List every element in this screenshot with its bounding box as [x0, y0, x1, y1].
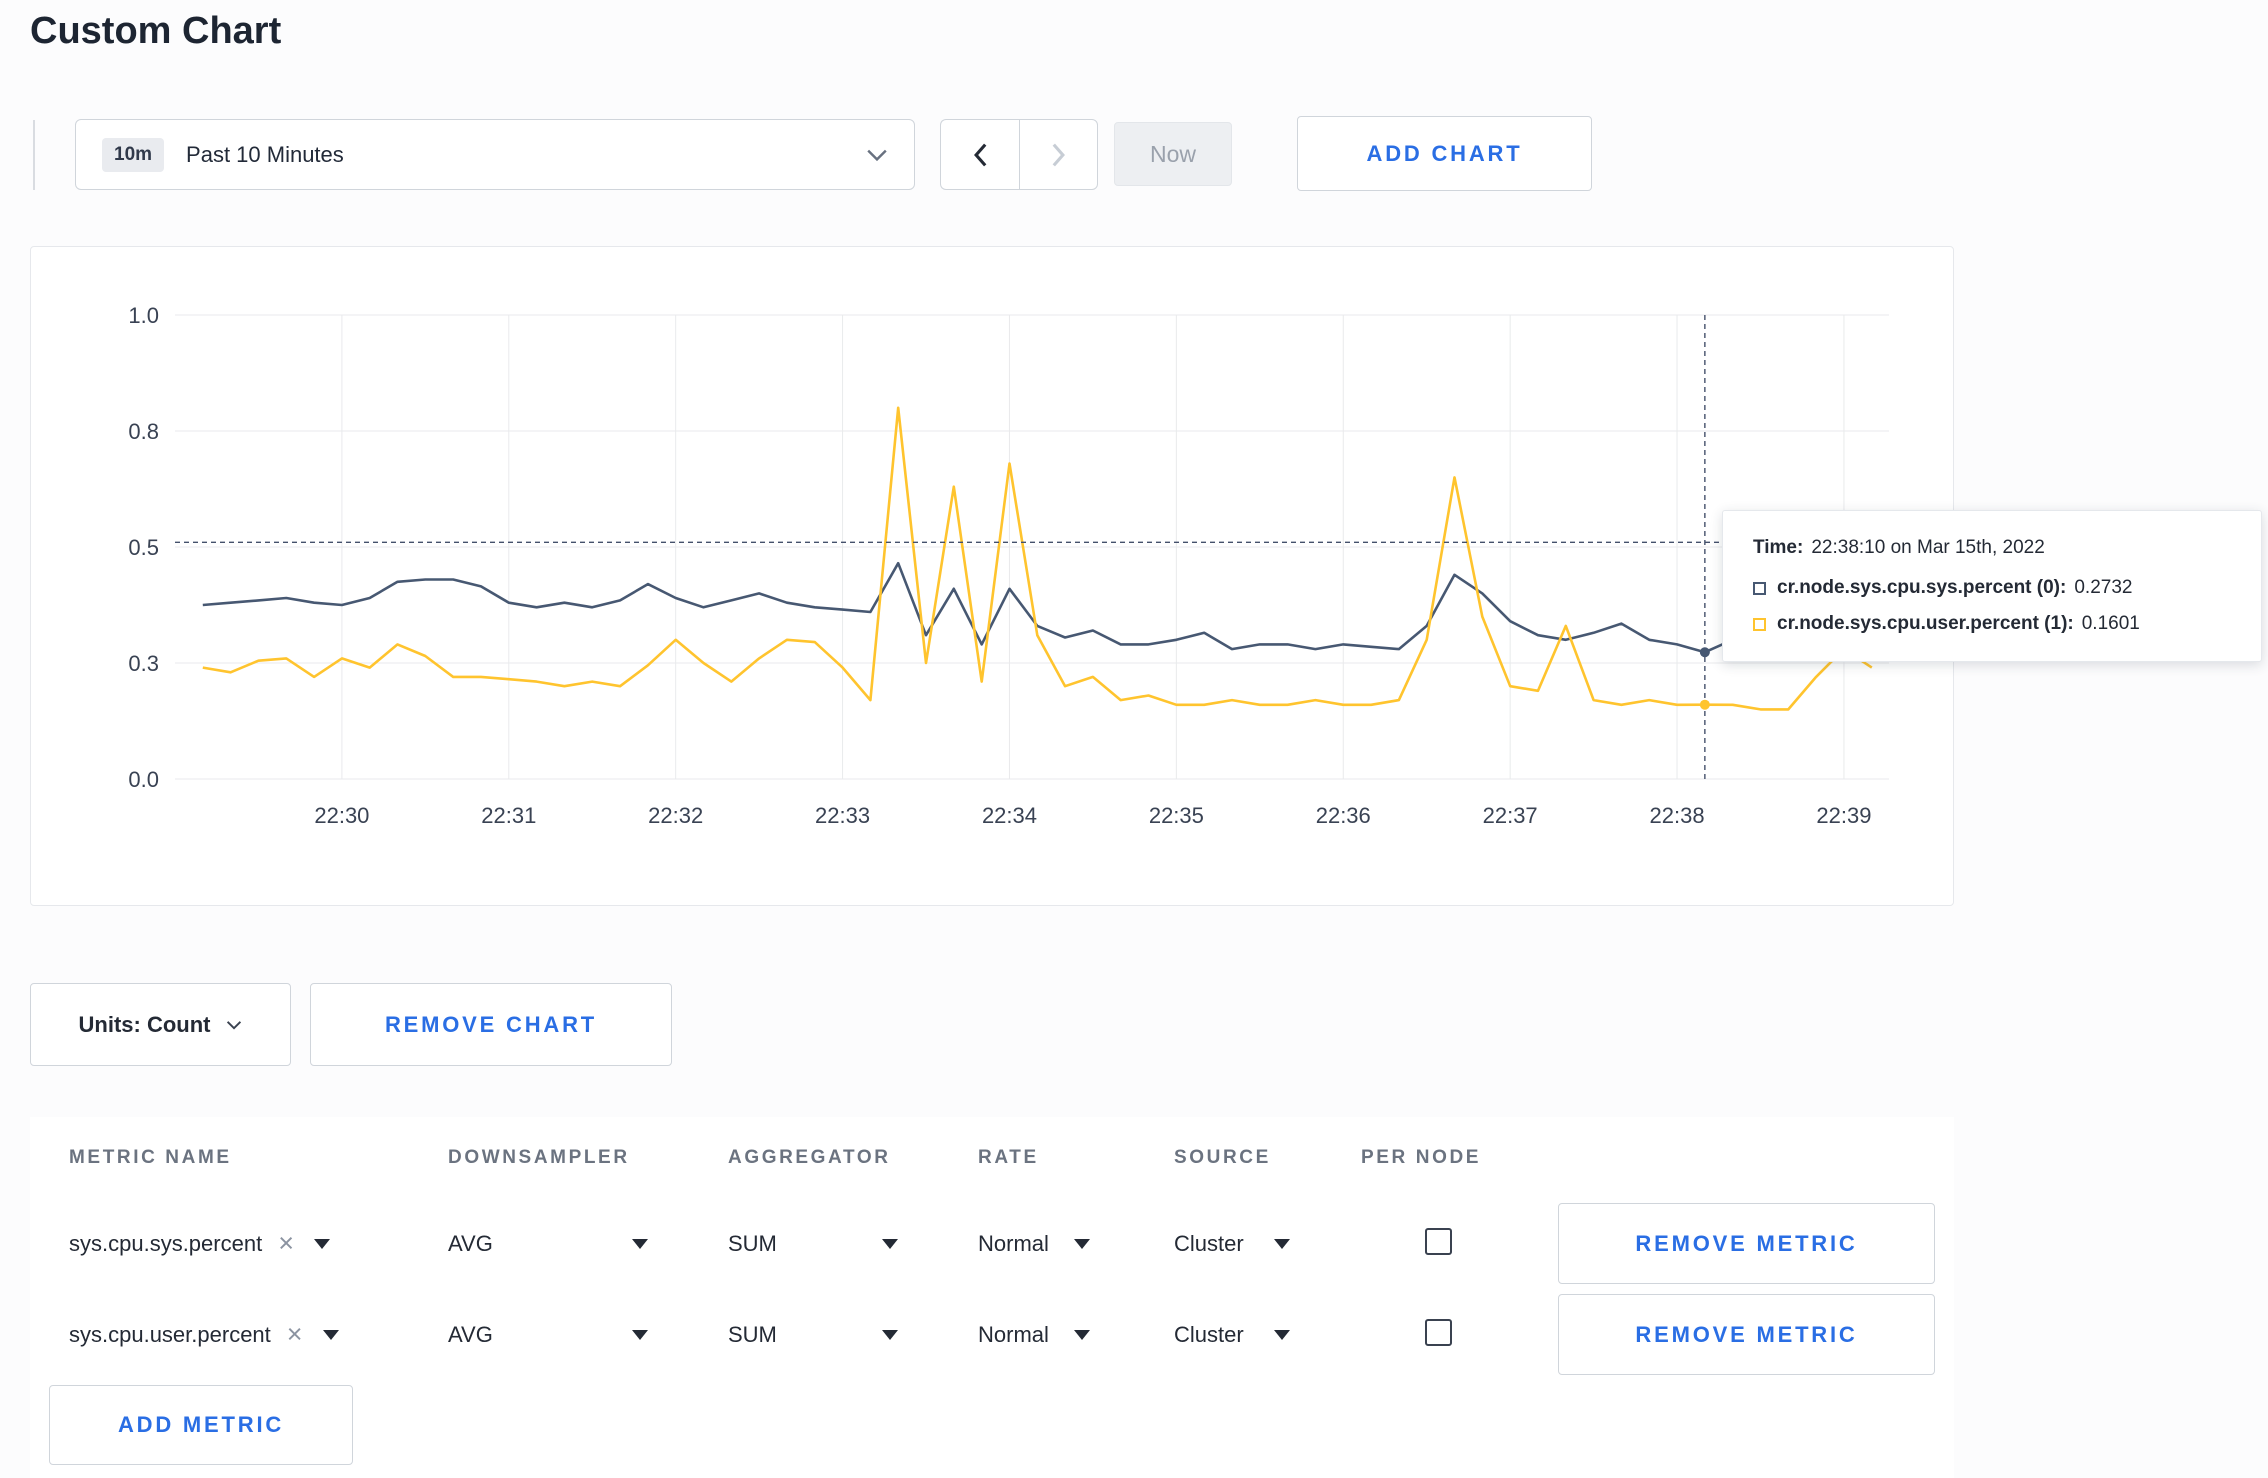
- chart-card: 0.0 0.3 0.5 0.8 1.0 22:30 22:31 22:32 22:33 22:34…: [30, 246, 2262, 907]
- chevron-left-icon: [974, 143, 987, 166]
- time-range-label: Past 10 Minutes: [186, 141, 344, 167]
- units-dropdown[interactable]: Units: Count: [30, 983, 291, 1066]
- tooltip-time-label: Time:: [1753, 537, 1804, 558]
- downsampler-value: AVG: [448, 1321, 493, 1347]
- caret-down-icon: [632, 1329, 648, 1340]
- caret-down-icon: [1074, 1329, 1090, 1340]
- chevron-right-icon: [1052, 143, 1065, 166]
- rate-value: Normal: [978, 1230, 1049, 1256]
- section-divider: [33, 120, 35, 190]
- line-chart[interactable]: 0.0 0.3 0.5 0.8 1.0 22:30 22:31 22:32 22:33 22:34…: [31, 247, 1955, 907]
- metric-name-value: sys.cpu.user.percent: [69, 1321, 271, 1347]
- caret-down-icon: [882, 1329, 898, 1340]
- caret-down-icon: [322, 1329, 339, 1340]
- caret-down-icon: [1274, 1238, 1290, 1249]
- column-header-downsampler: DOWNSAMPLER: [448, 1147, 630, 1168]
- add-metric-button[interactable]: ADD METRIC: [49, 1385, 353, 1465]
- source-value: Cluster: [1174, 1230, 1244, 1256]
- tooltip-series-row: cr.node.sys.cpu.user.percent (1): 0.1601: [1753, 613, 2231, 635]
- column-header-source: SOURCE: [1174, 1147, 1271, 1168]
- series-line: [202, 406, 1873, 711]
- y-axis-label: 0.0: [128, 767, 159, 792]
- y-axis-label: 1.0: [128, 303, 159, 328]
- sys-series-swatch-icon: [1753, 581, 1766, 595]
- metric-name-value: sys.cpu.sys.percent: [69, 1230, 263, 1256]
- chevron-down-icon: [867, 149, 887, 161]
- tooltip-series-value: 0.1601: [2081, 613, 2140, 634]
- downsampler-select[interactable]: AVG: [448, 1203, 648, 1284]
- tooltip-series-row: cr.node.sys.cpu.sys.percent (0): 0.2732: [1753, 577, 2231, 599]
- x-axis-label: 22:31: [481, 803, 536, 828]
- add-chart-button[interactable]: ADD CHART: [1297, 116, 1592, 191]
- time-pager: [940, 119, 1098, 190]
- aggregator-value: SUM: [728, 1230, 777, 1256]
- rate-value: Normal: [978, 1321, 1049, 1347]
- column-header-rate: RATE: [978, 1147, 1039, 1168]
- remove-metric-button[interactable]: REMOVE METRIC: [1558, 1203, 1935, 1284]
- tooltip-series-value: 0.2732: [2074, 577, 2133, 598]
- rate-select[interactable]: Normal: [978, 1203, 1090, 1284]
- series-line: [202, 561, 1872, 654]
- source-select[interactable]: Cluster: [1174, 1294, 1290, 1375]
- x-axis-label: 22:34: [982, 803, 1037, 828]
- metric-name-select[interactable]: sys.cpu.user.percent ×: [69, 1294, 339, 1375]
- prev-timewindow-button[interactable]: [940, 119, 1019, 190]
- metric-row: sys.cpu.user.percent × AVG SUM Normal Cl…: [30, 1294, 1954, 1375]
- aggregator-select[interactable]: SUM: [728, 1294, 898, 1375]
- custom-chart-page: Custom Chart 10m Past 10 Minutes Now ADD…: [0, 0, 2268, 1478]
- hover-point-marker: [1699, 647, 1710, 658]
- caret-down-icon: [882, 1238, 898, 1249]
- tooltip-time-row: Time: 22:38:10 on Mar 15th, 2022: [1753, 537, 2231, 559]
- y-axis-label: 0.5: [128, 535, 159, 560]
- metric-row: sys.cpu.sys.percent × AVG SUM Normal Clu…: [30, 1203, 1954, 1284]
- chart-tooltip: Time: 22:38:10 on Mar 15th, 2022 cr.node.…: [1722, 510, 2262, 662]
- tooltip-series-label: cr.node.sys.cpu.sys.percent (0):: [1777, 577, 2067, 598]
- caret-down-icon: [632, 1238, 648, 1249]
- time-range-dropdown[interactable]: 10m Past 10 Minutes: [75, 119, 915, 190]
- downsampler-select[interactable]: AVG: [448, 1294, 648, 1375]
- aggregator-select[interactable]: SUM: [728, 1203, 898, 1284]
- user-series-swatch-icon: [1753, 617, 1766, 631]
- x-axis-label: 22:36: [1316, 803, 1371, 828]
- downsampler-value: AVG: [448, 1230, 493, 1256]
- caret-down-icon: [313, 1238, 330, 1249]
- x-axis-label: 22:33: [815, 803, 870, 828]
- tooltip-time-value: 22:38:10 on Mar 15th, 2022: [1811, 537, 2045, 558]
- remove-metric-button[interactable]: REMOVE METRIC: [1558, 1294, 1935, 1375]
- clear-metric-icon[interactable]: ×: [287, 1321, 303, 1348]
- column-header-aggregator: AGGREGATOR: [728, 1147, 891, 1168]
- chevron-down-icon: [227, 1020, 242, 1030]
- per-node-checkbox[interactable]: [1425, 1319, 1452, 1346]
- next-timewindow-button[interactable]: [1019, 119, 1098, 190]
- page-title: Custom Chart: [30, 10, 282, 52]
- rate-select[interactable]: Normal: [978, 1294, 1090, 1375]
- aggregator-value: SUM: [728, 1321, 777, 1347]
- clear-metric-icon[interactable]: ×: [278, 1230, 294, 1257]
- column-header-metric-name: METRIC NAME: [69, 1147, 232, 1168]
- now-button[interactable]: Now: [1114, 122, 1232, 186]
- metric-name-select[interactable]: sys.cpu.sys.percent ×: [69, 1203, 330, 1284]
- source-value: Cluster: [1174, 1321, 1244, 1347]
- caret-down-icon: [1274, 1329, 1290, 1340]
- caret-down-icon: [1074, 1238, 1090, 1249]
- hover-point-marker: [1699, 699, 1710, 710]
- x-axis-label: 22:32: [648, 803, 703, 828]
- y-axis-label: 0.8: [128, 419, 159, 444]
- time-range-badge: 10m: [102, 137, 165, 172]
- column-header-per-node: PER NODE: [1361, 1147, 1482, 1168]
- per-node-checkbox[interactable]: [1425, 1228, 1452, 1255]
- y-axis-label: 0.3: [128, 651, 159, 676]
- x-axis-label: 22:30: [314, 803, 369, 828]
- x-axis-label: 22:39: [1816, 803, 1871, 828]
- metrics-table: METRIC NAME DOWNSAMPLER AGGREGATOR RATE …: [30, 1117, 1954, 1478]
- x-axis-label: 22:37: [1483, 803, 1538, 828]
- remove-chart-button[interactable]: REMOVE CHART: [310, 983, 672, 1066]
- x-axis-label: 22:38: [1650, 803, 1705, 828]
- units-label: Units: Count: [78, 1011, 211, 1037]
- source-select[interactable]: Cluster: [1174, 1203, 1290, 1284]
- tooltip-series-label: cr.node.sys.cpu.user.percent (1):: [1777, 613, 2074, 634]
- x-axis-label: 22:35: [1149, 803, 1204, 828]
